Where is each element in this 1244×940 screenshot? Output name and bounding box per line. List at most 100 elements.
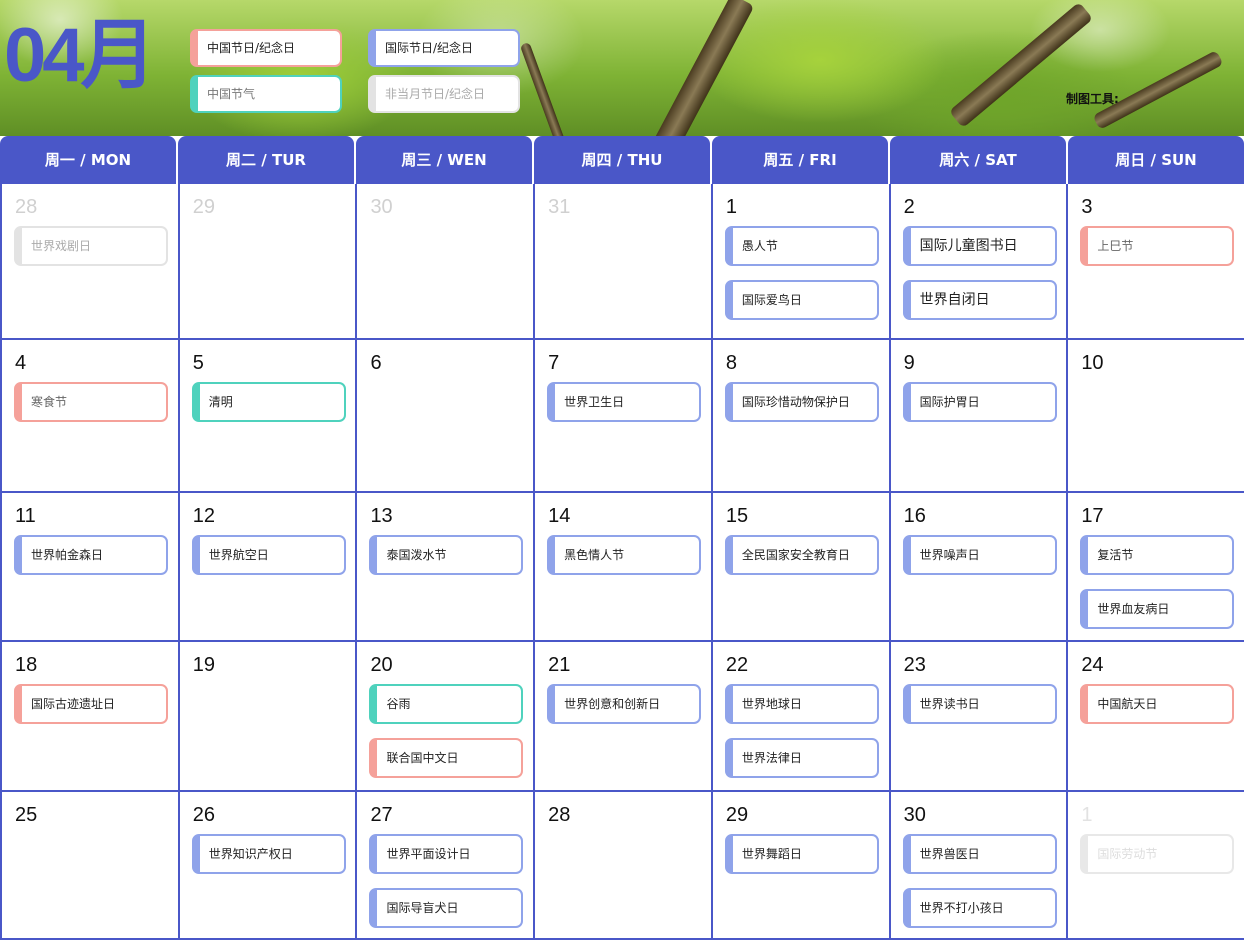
day-cell[interactable]: 30 世界兽医日 世界不打小孩日: [891, 792, 1069, 938]
day-cell[interactable]: 16 世界噪声日: [891, 493, 1069, 640]
week-row: 4 寒食节 5 清明 6 7 世界卫生日 8 国际珍惜动物保护日 9 国际护胃日 10: [0, 338, 1244, 491]
day-number: 29: [725, 804, 749, 826]
event-tag[interactable]: 复活节: [1080, 535, 1235, 575]
day-cell[interactable]: 22 世界地球日世界法律日: [713, 642, 891, 790]
event-tag[interactable]: 世界兽医日: [902, 834, 1057, 874]
day-number: 15: [725, 505, 749, 527]
event-tag[interactable]: 国际劳动节: [1080, 834, 1235, 874]
event-tag[interactable]: 国际导盲犬日: [369, 888, 524, 928]
event-tag[interactable]: 联合国中文日: [369, 738, 524, 778]
day-number: 30: [370, 196, 393, 218]
day-cell[interactable]: 2 国际儿童图书日 世界自闭日: [891, 184, 1069, 338]
day-number: 23: [903, 654, 926, 676]
day-cell[interactable]: 6: [357, 340, 536, 491]
day-cell[interactable]: 1 国际劳动节: [1068, 792, 1244, 938]
event-tag[interactable]: 泰国泼水节: [369, 535, 524, 575]
event-tag[interactable]: 世界创意和创新日: [547, 684, 702, 724]
event-tag[interactable]: 世界帕金森日: [14, 535, 168, 575]
tool-label: 制图工具:: [1066, 92, 1119, 106]
day-number: 21: [548, 654, 571, 676]
day-cell[interactable]: 21 世界创意和创新日: [535, 642, 713, 790]
event-tag[interactable]: 国际爱鸟日: [724, 280, 879, 320]
event-tag[interactable]: 谷雨: [369, 684, 524, 724]
day-number: 9: [903, 352, 915, 374]
day-cell[interactable]: 15 全民国家安全教育日: [713, 493, 891, 640]
event-tag[interactable]: 愚人节: [724, 226, 879, 266]
day-number: 28: [15, 196, 38, 218]
day-cell[interactable]: 20 谷雨 联合国中文日: [357, 642, 536, 790]
week-row: 25 26 世界知识产权日 27 世界平面设计日 国际导盲犬日 28 29 世界舞蹈日 30 世界兽…: [0, 790, 1244, 938]
legend-intl-festival: 国际节日/纪念日: [368, 29, 520, 67]
day-number: 4: [15, 352, 27, 374]
event-tag[interactable]: 清明: [191, 382, 346, 422]
event-tag[interactable]: 国际珍惜动物保护日: [724, 382, 879, 422]
event-tag[interactable]: 世界自闭日: [902, 280, 1057, 320]
day-cell[interactable]: 17 复活节 世界血友病日: [1068, 493, 1244, 640]
event-tag[interactable]: 中国航天日: [1080, 684, 1235, 724]
week-row: 11 世界帕金森日 12 世界航空日 13 泰国泼水节 14 黑色情人节 15 全民国家安全教育日…: [0, 491, 1244, 640]
day-cell[interactable]: 3 上巳节: [1068, 184, 1244, 338]
event-tag[interactable]: 世界噪声日: [902, 535, 1057, 575]
day-cell[interactable]: 18 国际古迹遗址日: [0, 642, 180, 790]
day-cell[interactable]: 29 世界舞蹈日: [713, 792, 891, 938]
day-number: 12: [192, 505, 215, 527]
day-cell[interactable]: 23 世界读书日: [891, 642, 1069, 790]
month-title: 04月: [4, 13, 157, 98]
event-tag[interactable]: 国际护胃日: [902, 382, 1057, 422]
day-cell[interactable]: 29: [180, 184, 358, 338]
day-cell[interactable]: 26 世界知识产权日: [180, 792, 358, 938]
event-tag[interactable]: 全民国家安全教育日: [724, 535, 879, 575]
day-number: 25: [15, 804, 38, 826]
day-number: 6: [370, 352, 382, 374]
event-tag[interactable]: 世界地球日: [724, 684, 879, 724]
tree-trunk: [948, 1, 1094, 129]
day-cell[interactable]: 9 国际护胃日: [891, 340, 1069, 491]
day-number: 18: [15, 654, 38, 676]
day-number: 24: [1081, 654, 1104, 676]
day-number: 10: [1081, 352, 1104, 374]
day-number: 26: [192, 804, 215, 826]
day-cell[interactable]: 4 寒食节: [0, 340, 180, 491]
event-tag[interactable]: 黑色情人节: [547, 535, 702, 575]
day-cell[interactable]: 28 世界戏剧日: [0, 184, 180, 338]
event-tag[interactable]: 国际儿童图书日: [902, 226, 1057, 266]
day-cell[interactable]: 14 黑色情人节: [535, 493, 713, 640]
event-tag[interactable]: 世界卫生日: [547, 382, 702, 422]
event-tag[interactable]: 世界舞蹈日: [724, 834, 879, 874]
day-cell[interactable]: 30: [357, 184, 536, 338]
day-number: 29: [192, 196, 215, 218]
event-tag[interactable]: 世界航空日: [191, 535, 346, 575]
header-banner: [0, 0, 1244, 136]
day-cell[interactable]: 8 国际珍惜动物保护日: [713, 340, 891, 491]
weekday-label: 周四 / THU: [534, 136, 710, 184]
day-cell[interactable]: 31: [535, 184, 713, 338]
day-number: 22: [725, 654, 749, 676]
day-cell[interactable]: 25: [0, 792, 180, 938]
weekday-header: 周一 / MON 周二 / TUR 周三 / WEN 周四 / THU 周五 / FRI…: [0, 136, 1244, 184]
legend-cn-festival: 中国节日/纪念日: [190, 29, 342, 67]
day-number: 5: [192, 352, 204, 374]
event-tag[interactable]: 世界平面设计日: [369, 834, 524, 874]
day-cell[interactable]: 12 世界航空日: [180, 493, 358, 640]
day-cell[interactable]: 7 世界卫生日: [535, 340, 713, 491]
event-tag[interactable]: 世界戏剧日: [14, 226, 168, 266]
event-tag[interactable]: 国际古迹遗址日: [14, 684, 168, 724]
day-cell[interactable]: 10: [1068, 340, 1244, 491]
day-cell[interactable]: 19: [180, 642, 358, 790]
event-tag[interactable]: 世界不打小孩日: [902, 888, 1057, 928]
event-tag[interactable]: 世界知识产权日: [191, 834, 346, 874]
day-cell[interactable]: 13 泰国泼水节: [357, 493, 536, 640]
event-tag[interactable]: 世界血友病日: [1080, 589, 1235, 629]
event-tag[interactable]: 上巳节: [1080, 226, 1235, 266]
day-cell[interactable]: 24 中国航天日: [1068, 642, 1244, 790]
event-tag[interactable]: 世界法律日: [724, 738, 879, 778]
day-cell[interactable]: 1 愚人节 国际爱鸟日: [713, 184, 891, 338]
day-cell[interactable]: 27 世界平面设计日 国际导盲犬日: [357, 792, 536, 938]
event-tag[interactable]: 世界读书日: [902, 684, 1057, 724]
weekday-label: 周六 / SAT: [890, 136, 1066, 184]
day-cell[interactable]: 28: [535, 792, 713, 938]
event-tag[interactable]: 寒食节: [14, 382, 168, 422]
day-cell[interactable]: 11 世界帕金森日: [0, 493, 180, 640]
day-number: 28: [548, 804, 571, 826]
day-cell[interactable]: 5 清明: [180, 340, 358, 491]
